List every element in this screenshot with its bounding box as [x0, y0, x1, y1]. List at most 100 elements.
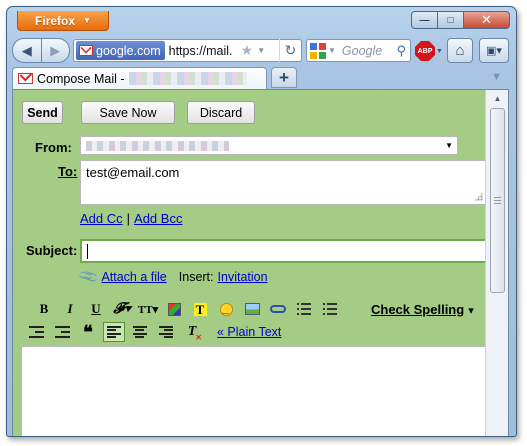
attach-row: 📎 Attach a file Insert: Invitation — [76, 264, 268, 288]
formatting-toolbar-row-1: B I U 𝓕▾ TT▾ T ‿ Check Spelling ▾ — [33, 299, 474, 319]
numbered-list-icon — [297, 303, 311, 315]
bold-button[interactable]: B — [33, 299, 55, 319]
from-select[interactable]: ▼ — [80, 136, 458, 155]
smiley-icon: ‿ — [219, 302, 233, 316]
maximize-button[interactable]: □ — [438, 11, 464, 29]
forward-button[interactable]: ▶ — [41, 38, 70, 63]
page-scrollbar[interactable]: ▲ — [485, 90, 508, 436]
engine-dropdown-icon[interactable]: ▼ — [328, 46, 336, 55]
align-right-button[interactable] — [155, 322, 177, 342]
bookmark-star-icon[interactable]: ★ — [241, 42, 254, 59]
adblock-icon: ABP — [415, 41, 435, 61]
to-label[interactable]: To: — [58, 164, 77, 179]
minimize-button[interactable]: — — [411, 11, 438, 29]
emoticon-button[interactable]: ‿ — [215, 299, 237, 319]
resize-grip-icon[interactable] — [474, 192, 483, 201]
add-cc-link[interactable]: Add Cc — [80, 211, 123, 226]
text-color-icon — [167, 302, 181, 316]
outdent-icon — [28, 326, 44, 338]
align-left-icon — [107, 326, 121, 338]
check-spelling-button[interactable]: Check Spelling ▾ — [371, 302, 474, 317]
quote-button[interactable]: ❝ — [77, 322, 99, 342]
reload-icon: ↻ — [284, 42, 297, 58]
discard-button[interactable]: Discard — [187, 101, 255, 124]
check-spelling-label: Check Spelling — [371, 301, 465, 317]
list-all-tabs-icon[interactable]: ▼ — [491, 71, 502, 83]
cc-separator: | — [126, 211, 131, 226]
insert-label: Insert: — [178, 269, 214, 284]
save-now-button[interactable]: Save Now — [81, 101, 175, 124]
search-icon[interactable]: ⚲ — [396, 43, 406, 59]
numbered-list-button[interactable] — [293, 299, 315, 319]
home-icon: ⌂ — [455, 42, 465, 59]
tab-title-redacted — [128, 72, 247, 85]
align-center-icon — [133, 326, 147, 338]
bulleted-list-icon — [323, 303, 337, 315]
site-identity-label: google.com — [96, 43, 161, 58]
url-text[interactable]: https://mail. — [169, 44, 239, 58]
underline-button[interactable]: U — [85, 299, 107, 319]
add-bcc-link[interactable]: Add Bcc — [134, 211, 182, 226]
indent-button[interactable] — [51, 322, 73, 342]
firefox-menu-label: Firefox — [35, 13, 76, 28]
send-button[interactable]: Send — [22, 101, 63, 124]
from-label: From: — [35, 140, 72, 155]
reload-button[interactable]: ↻ — [279, 39, 301, 62]
back-forward-group: ◀ ▶ — [12, 38, 70, 63]
highlight-button[interactable]: T — [189, 299, 211, 319]
adblock-dropdown-icon[interactable]: ▼ — [436, 48, 443, 55]
highlight-icon: T — [193, 302, 207, 316]
text-caret — [87, 244, 88, 259]
tab-compose-mail[interactable]: Compose Mail - — [12, 67, 267, 89]
insert-image-button[interactable] — [241, 299, 263, 319]
font-family-button[interactable]: 𝓕▾ — [111, 299, 133, 319]
align-center-button[interactable] — [129, 322, 151, 342]
remove-formatting-button[interactable]: T — [181, 322, 203, 342]
url-dropdown-icon[interactable]: ▼ — [257, 46, 265, 55]
adblock-button[interactable]: ABP ▼ — [415, 40, 444, 62]
plain-text-link[interactable]: « Plain Text — [217, 325, 281, 339]
text-color-button[interactable] — [163, 299, 185, 319]
browser-window: Firefox ▼ — □ ✕ ◀ ▶ google.com https://m… — [6, 6, 517, 437]
font-size-button[interactable]: TT▾ — [137, 299, 159, 319]
to-value: test@email.com — [86, 165, 180, 180]
bulleted-list-button[interactable] — [319, 299, 341, 319]
home-button[interactable]: ⌂ — [447, 38, 473, 63]
message-body-editor[interactable] — [21, 346, 488, 436]
firefox-menu-button[interactable]: Firefox ▼ — [17, 11, 109, 31]
image-icon — [244, 303, 260, 315]
puzzle-icon: ▣▾ — [486, 45, 502, 57]
to-field[interactable]: test@email.com — [80, 160, 487, 205]
align-left-button[interactable] — [103, 322, 125, 342]
scrollbar-thumb[interactable] — [490, 108, 505, 293]
invitation-link[interactable]: Invitation — [218, 270, 268, 284]
url-bar[interactable]: google.com https://mail. ★ ▼ — [73, 39, 302, 62]
quote-icon: ❝ — [83, 322, 93, 342]
from-address-redacted — [86, 141, 229, 151]
outdent-button[interactable] — [25, 322, 47, 342]
search-bar[interactable]: ▼ Google ⚲ — [306, 39, 411, 62]
page-content: Send Save Now Discard From: ▼ To: test@e… — [12, 89, 509, 436]
extension-button[interactable]: ▣▾ — [479, 38, 509, 63]
close-button[interactable]: ✕ — [464, 11, 510, 29]
tab-strip: Compose Mail - + ▼ — [7, 67, 516, 89]
subject-label: Subject: — [26, 243, 78, 258]
back-arrow-icon: ◀ — [21, 42, 32, 58]
indent-icon — [54, 326, 70, 338]
new-tab-button[interactable]: + — [271, 67, 297, 88]
forward-arrow-icon: ▶ — [50, 42, 61, 58]
attach-file-link[interactable]: Attach a file — [101, 270, 166, 284]
formatting-toolbar-row-2: ❝ T « Plain Text — [25, 322, 281, 342]
subject-input[interactable] — [80, 239, 487, 263]
insert-link-button[interactable] — [267, 299, 289, 319]
scroll-up-arrow-icon[interactable]: ▲ — [490, 92, 505, 105]
italic-button[interactable]: I — [59, 299, 81, 319]
back-button[interactable]: ◀ — [12, 38, 42, 63]
scrollbar-grip-icon — [494, 197, 501, 204]
link-icon — [270, 305, 286, 313]
paperclip-icon: 📎 — [76, 264, 101, 288]
cc-bcc-links: Add Cc | Add Bcc — [80, 211, 182, 226]
site-identity-button[interactable]: google.com — [76, 41, 165, 60]
chevron-down-icon: ▼ — [445, 141, 453, 150]
google-engine-icon[interactable] — [310, 42, 326, 59]
